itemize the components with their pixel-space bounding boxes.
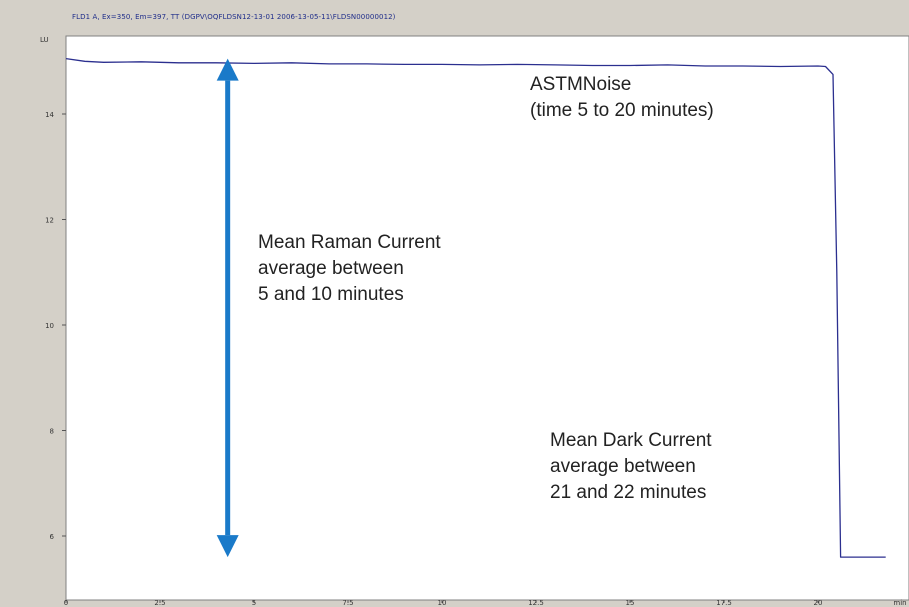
x-tick-label: 12.5 xyxy=(528,599,544,607)
y-unit-label: LU xyxy=(40,36,49,44)
y-tick-label: 14 xyxy=(45,111,54,119)
y-tick-label: 10 xyxy=(45,322,54,330)
annotation-line: 5 and 10 minutes xyxy=(258,284,404,305)
x-tick-label: 20 xyxy=(814,599,823,607)
annotation-mean-dark: Mean Dark Current average between 21 and… xyxy=(550,428,712,506)
x-tick-label: 0 xyxy=(64,599,68,607)
line-chart: 6 8 10 12 14 LU 0 2.5 5 7.5 10 12.5 15 17.5 20 min xyxy=(40,35,909,607)
annotation-line: average between xyxy=(258,258,404,279)
x-tick-label: 15 xyxy=(626,599,635,607)
x-tick-label: 5 xyxy=(252,599,256,607)
annotation-line: Mean Dark Current xyxy=(550,430,712,451)
annotation-line: Mean Raman Current xyxy=(258,232,441,253)
annotation-mean-raman: Mean Raman Current average between 5 and… xyxy=(258,230,441,308)
x-tick-label: 17.5 xyxy=(716,599,732,607)
y-tick-label: 6 xyxy=(50,533,55,541)
x-unit-label: min xyxy=(893,599,906,607)
y-axis: 6 8 10 12 14 LU xyxy=(40,36,66,541)
y-tick-label: 8 xyxy=(50,428,54,436)
x-tick-label: 10 xyxy=(438,599,447,607)
annotation-line: 21 and 22 minutes xyxy=(550,482,707,503)
x-tick-label: 2.5 xyxy=(154,599,165,607)
annotation-line: average between xyxy=(550,456,696,477)
annotation-astm-noise: ASTMNoise (time 5 to 20 minutes) xyxy=(530,72,714,124)
x-tick-label: 7.5 xyxy=(342,599,353,607)
annotation-line: (time 5 to 20 minutes) xyxy=(530,100,714,121)
annotation-line: ASTMNoise xyxy=(530,74,632,95)
y-tick-label: 12 xyxy=(45,217,54,225)
plot-area xyxy=(65,35,909,601)
